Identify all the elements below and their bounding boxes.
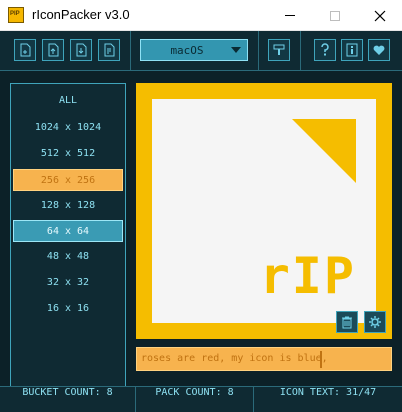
gear-icon: [369, 316, 381, 328]
support-button[interactable]: [368, 39, 390, 61]
save-file-button[interactable]: [70, 39, 92, 61]
new-file-icon: [20, 43, 31, 57]
heart-icon: [373, 45, 385, 55]
toolbar: macOS: [0, 31, 402, 71]
pack-count: PACK COUNT: 8: [136, 387, 254, 412]
size-item-48[interactable]: 48 x 48: [13, 246, 123, 268]
toolbar-separator: [258, 31, 259, 71]
app-canvas: macOS ALL 1024 x 1024 512 x 512 256 x 25…: [0, 31, 402, 412]
delete-icon-button[interactable]: [336, 311, 358, 333]
info-button[interactable]: [341, 39, 363, 61]
platform-dropdown-value: macOS: [170, 44, 204, 57]
icon-preview-canvas: rIP: [152, 99, 376, 323]
icon-text-value: roses are red, my icon is blue,: [141, 353, 328, 364]
icon-preview: rIP: [136, 83, 392, 339]
icon-text-input[interactable]: roses are red, my icon is blue,: [136, 347, 392, 371]
open-file-icon: [48, 43, 59, 57]
export-file-button[interactable]: [98, 39, 120, 61]
size-item-512[interactable]: 512 x 512: [13, 143, 123, 165]
size-item-16[interactable]: 16 x 16: [13, 298, 123, 320]
size-item-all[interactable]: ALL: [13, 90, 123, 112]
size-item-32[interactable]: 32 x 32: [13, 272, 123, 294]
style-button[interactable]: [268, 39, 290, 61]
new-file-button[interactable]: [14, 39, 36, 61]
page-fold-icon: [292, 119, 356, 183]
text-cursor: [320, 351, 322, 368]
window-title: rIconPacker v3.0: [32, 7, 130, 22]
size-item-1024[interactable]: 1024 x 1024: [13, 117, 123, 139]
platform-dropdown[interactable]: macOS: [140, 39, 248, 61]
icon-text-count: ICON TEXT: 31/47: [279, 387, 377, 398]
export-file-icon: [104, 43, 115, 57]
save-file-icon: [76, 43, 87, 57]
minimize-icon: [284, 15, 295, 16]
size-item-128[interactable]: 128 x 128: [13, 195, 123, 217]
preview-logo-text: rIP: [259, 247, 356, 305]
settings-icon-button[interactable]: [364, 311, 386, 333]
window-titlebar: PIP rIconPacker v3.0: [0, 0, 402, 31]
size-item-64[interactable]: 64 x 64: [13, 220, 123, 242]
minimize-button[interactable]: [267, 0, 312, 31]
status-bar: BUCKET COUNT: 8 PACK COUNT: 8 ICON TEXT:…: [0, 386, 402, 412]
help-button[interactable]: [314, 39, 336, 61]
maximize-icon: [329, 10, 340, 21]
maximize-button[interactable]: [312, 0, 357, 31]
trash-icon: [342, 316, 352, 329]
help-icon: [321, 43, 329, 56]
chevron-down-icon: [231, 47, 241, 53]
info-icon: [346, 43, 358, 57]
size-list-panel: ALL 1024 x 1024 512 x 512 256 x 256 128 …: [10, 83, 126, 403]
app-logo-text: PIP: [10, 11, 20, 17]
open-file-button[interactable]: [42, 39, 64, 61]
close-icon: [374, 10, 385, 21]
bucket-count: BUCKET COUNT: 8: [0, 387, 136, 412]
size-item-256[interactable]: 256 x 256: [13, 169, 123, 191]
toolbar-separator: [300, 31, 301, 71]
toolbar-separator: [130, 31, 131, 71]
style-paint-icon: [273, 44, 285, 55]
app-logo-icon: PIP: [8, 7, 24, 23]
close-button[interactable]: [357, 0, 402, 31]
